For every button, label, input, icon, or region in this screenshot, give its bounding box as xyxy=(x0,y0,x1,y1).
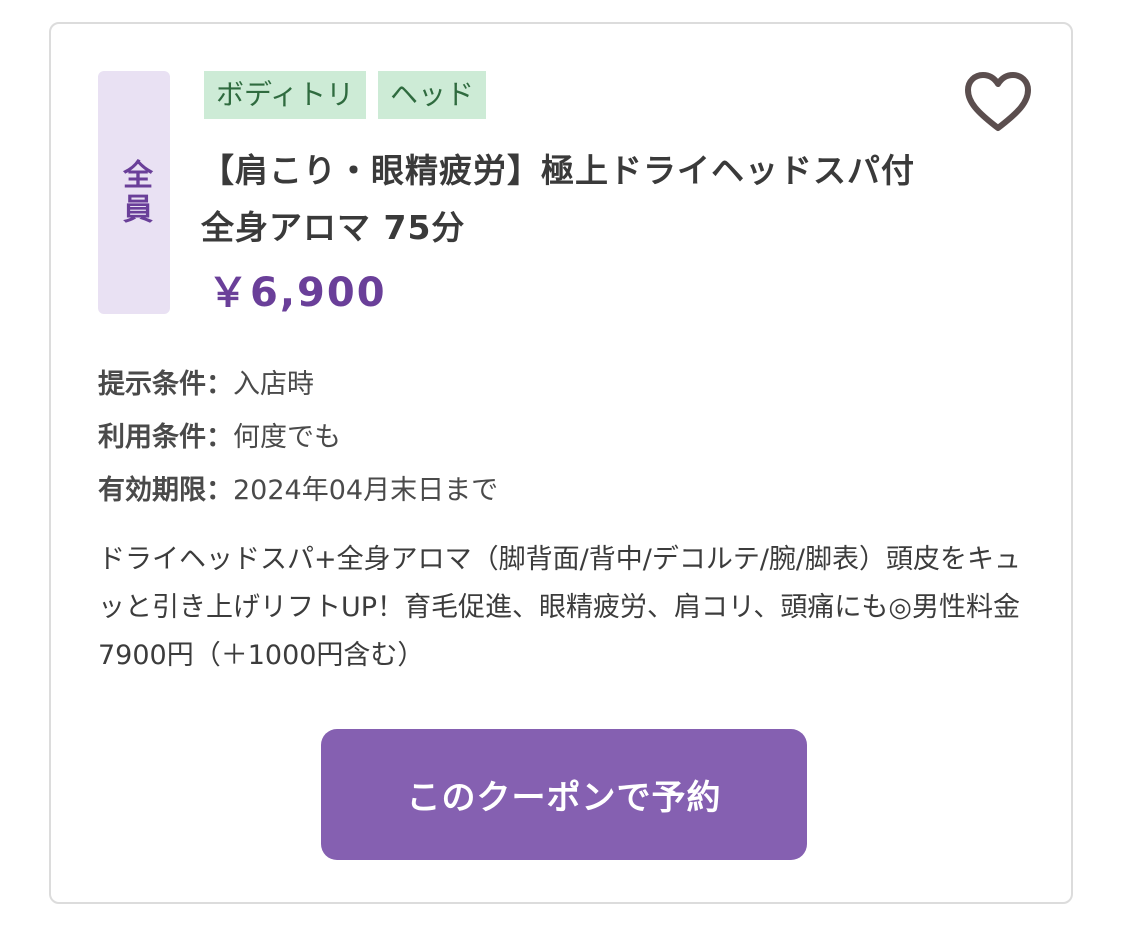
coupon-price: ￥6,900 xyxy=(208,270,387,316)
reserve-with-coupon-button[interactable]: このクーポンで予約 xyxy=(321,729,807,860)
condition-present-value: 入店時 xyxy=(233,369,314,400)
coupon-description: ドライヘッドスパ+全身アロマ（脚背面/背中/デコルテ/腕/脚表）頭皮をキュッと引… xyxy=(98,544,1022,671)
coupon-card: 全員 ボディトリ ヘッド 【肩こり・眼精疲労】極上ドライヘッドスパ付全身アロマ … xyxy=(49,22,1073,904)
condition-present-label: 提示条件： xyxy=(98,369,233,400)
target-badge: 全員 xyxy=(98,71,170,314)
tag-head: ヘッド xyxy=(378,71,487,119)
condition-usage: 利用条件：何度でも xyxy=(98,411,498,464)
condition-present: 提示条件：入店時 xyxy=(98,358,498,411)
heart-outline-icon[interactable] xyxy=(963,70,1033,134)
coupon-title: 【肩こり・眼精疲労】極上ドライヘッドスパ付全身アロマ 75分 xyxy=(201,151,915,247)
condition-usage-value: 何度でも xyxy=(233,422,341,453)
condition-expiry-label: 有効期限： xyxy=(98,475,233,506)
condition-expiry-value: 2024年04月末日まで xyxy=(233,475,499,506)
condition-expiry: 有効期限：2024年04月末日まで xyxy=(98,464,498,517)
condition-usage-label: 利用条件： xyxy=(98,422,233,453)
target-badge-label: 全員 xyxy=(117,158,152,227)
tag-body-treatment: ボディトリ xyxy=(204,71,367,119)
category-tags: ボディトリ ヘッド xyxy=(204,71,487,119)
coupon-conditions: 提示条件：入店時 利用条件：何度でも 有効期限：2024年04月末日まで xyxy=(98,358,498,517)
